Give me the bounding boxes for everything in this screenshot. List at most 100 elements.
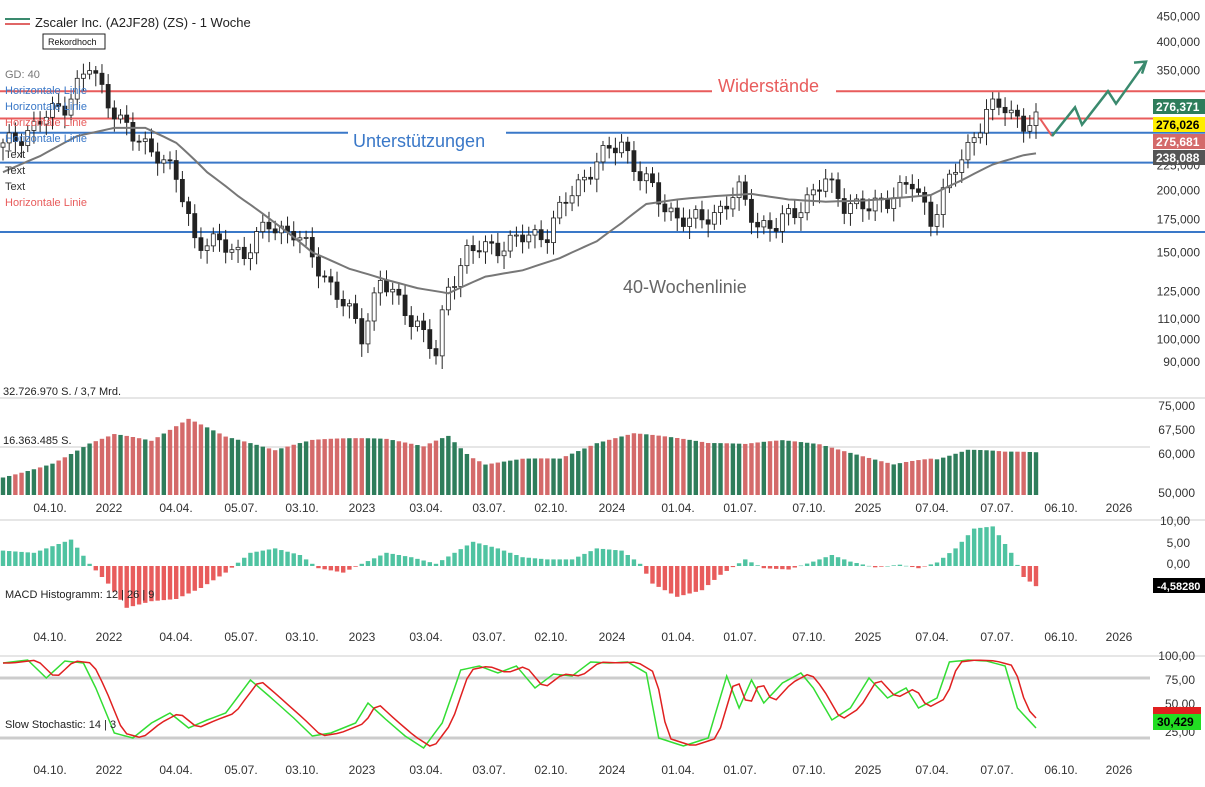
macd-bar [93, 566, 98, 571]
legend-item[interactable]: Text [5, 181, 25, 193]
macd-bar [1009, 552, 1014, 566]
candle-body [248, 252, 253, 259]
macd-bar [947, 553, 952, 566]
legend-item[interactable]: GD: 40 [5, 69, 40, 81]
candle-body [718, 205, 723, 213]
candle-body [452, 286, 457, 288]
volume-bar [990, 450, 995, 495]
candle-body [916, 188, 921, 193]
volume-bar [285, 446, 290, 495]
macd-bar [297, 555, 303, 566]
candle-body [959, 159, 965, 173]
macd-histogram [0, 526, 1039, 608]
x-tick-label: 03.10. [285, 501, 318, 515]
macd-bar [959, 541, 964, 566]
candle-body [340, 299, 346, 307]
macd-bar [192, 566, 197, 591]
macd-bar [978, 527, 983, 566]
candle-body [1015, 109, 1020, 117]
x-tick-label: 2025 [855, 501, 882, 515]
volume-bar [458, 448, 463, 495]
volume-bar [303, 441, 309, 495]
stoch-label: Slow Stochastic: 14 | 3 [5, 719, 116, 731]
macd-bar [452, 552, 457, 566]
volume-bar [681, 438, 686, 495]
candle-body [681, 217, 686, 227]
volume-bar [508, 460, 513, 495]
volume-bar [767, 441, 773, 495]
x-tick-label: 02.10. [534, 630, 567, 644]
macd-bar [0, 550, 6, 566]
volume-bar [910, 460, 915, 495]
legend-item[interactable]: Horizontale Linie [5, 197, 87, 209]
candle-body [322, 275, 328, 278]
macd-bar [687, 566, 692, 594]
legend-item[interactable]: Horizontale Linie [5, 117, 87, 129]
legend-item[interactable]: Horizontale Linie [5, 101, 87, 113]
volume-bar [409, 443, 414, 495]
annotations: Widerstände Unterstützungen 40-Wochenlin… [348, 76, 836, 297]
macd-bar [155, 566, 160, 601]
macd-bar [761, 566, 767, 569]
macd-bar [792, 566, 797, 568]
candle-body [254, 231, 260, 254]
stoch-tick-label: 75,00 [1165, 673, 1195, 687]
x-tick-label: 05.07. [224, 763, 257, 777]
projection-green [1051, 60, 1148, 137]
candle-body [767, 220, 773, 229]
macd-bar [848, 561, 853, 566]
volume-bar [644, 434, 649, 495]
volume-bar [6, 475, 12, 495]
candle-body [835, 179, 841, 199]
support-label: Unterstützungen [353, 131, 485, 151]
macd-bar [891, 565, 896, 566]
legend-item[interactable]: Horizontale Linie [5, 85, 87, 97]
volume-bar [427, 443, 433, 495]
candle-body [619, 141, 624, 154]
macd-bar [161, 566, 167, 601]
x-tick-label: 2026 [1106, 630, 1133, 644]
price-tick-label: 110,000 [1158, 312, 1201, 326]
legend-item[interactable]: Text [5, 165, 25, 177]
candle-body [606, 145, 612, 149]
macd-bar [606, 549, 612, 566]
volume-bar [192, 421, 197, 495]
macd-tick-label: 0,00 [1167, 557, 1191, 571]
x-tick-label: 07.10. [792, 630, 825, 644]
macd-bar [56, 544, 61, 566]
volume-bar [872, 459, 878, 495]
candle-body [93, 70, 99, 74]
legend-item[interactable]: Horizontale Linie [5, 133, 87, 145]
candle-body [637, 171, 643, 182]
candle-body [990, 98, 996, 110]
candle-body [810, 189, 816, 196]
candle-body [155, 151, 161, 164]
candle-body [551, 217, 556, 244]
macd-bar [396, 555, 402, 566]
candle-body [749, 198, 754, 223]
candle-body [909, 183, 915, 190]
volume-bar [99, 438, 105, 495]
candle-body [470, 245, 476, 252]
legend: GD: 40 Horizontale Linie Horizontale Lin… [5, 69, 87, 209]
volume-bar [916, 460, 921, 495]
macd-bar [1027, 566, 1033, 582]
candle-body [711, 212, 717, 225]
volume-bar [248, 443, 253, 495]
x-tick-label: 05.07. [224, 630, 257, 644]
x-tick-label: 01.04. [661, 763, 694, 777]
x-tick-label: 2024 [599, 630, 626, 644]
candle-body [495, 242, 501, 257]
macd-bar [25, 552, 30, 566]
volume-bar [155, 437, 160, 495]
macd-bar [470, 541, 476, 566]
macd-bar [953, 548, 958, 566]
volume-bar [730, 443, 736, 495]
value-badge: 276,026 [1156, 118, 1200, 132]
legend-item[interactable]: Text [5, 149, 25, 161]
macd-bar [433, 563, 439, 566]
x-tick-label: 03.04. [409, 501, 442, 515]
candle-body [643, 173, 649, 182]
volume-bar [953, 453, 958, 495]
volume-bar [718, 443, 723, 495]
